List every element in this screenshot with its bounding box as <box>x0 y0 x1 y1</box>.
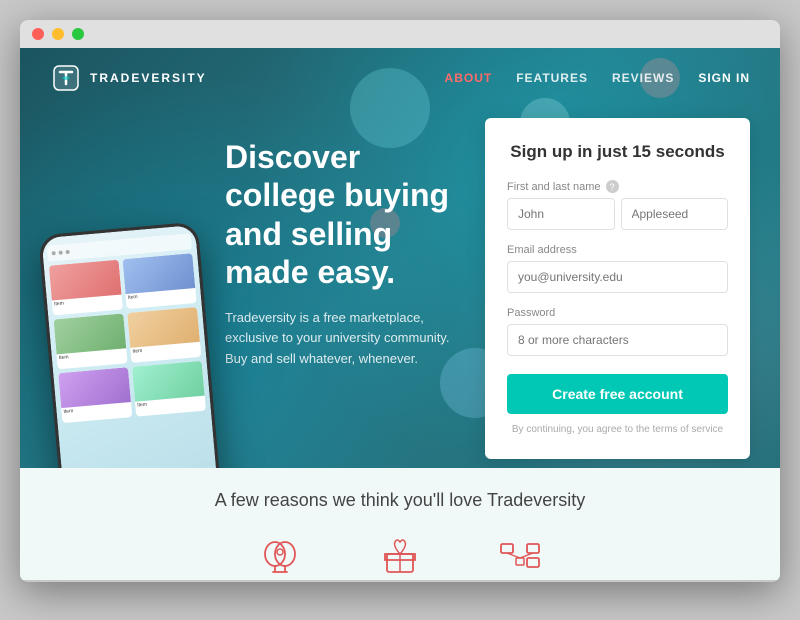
password-field-group: Password <box>507 307 728 356</box>
name-help-icon[interactable]: ? <box>606 180 619 193</box>
name-inputs <box>507 198 728 230</box>
browser-window: TRADEVERSITY ABOUT FEATURES REVIEWS SIGN… <box>20 20 780 582</box>
navigation: TRADEVERSITY ABOUT FEATURES REVIEWS SIGN… <box>20 48 780 108</box>
close-button[interactable] <box>32 28 44 40</box>
phone-screen: Item Item Item <box>41 225 218 468</box>
logo-icon <box>50 62 82 94</box>
hero-title: Discover college buying and selling made… <box>225 138 455 292</box>
signup-card: Sign up in just 15 seconds First and las… <box>485 118 750 459</box>
first-name-input[interactable] <box>507 198 615 230</box>
phone-card-6: Item <box>132 361 206 417</box>
phone-card-4: Item <box>127 307 201 363</box>
create-account-button[interactable]: Create free account <box>507 374 728 414</box>
hero-section: TRADEVERSITY ABOUT FEATURES REVIEWS SIGN… <box>20 48 780 468</box>
hero-subtitle: Tradeversity is a free marketplace, excl… <box>225 308 455 370</box>
password-input[interactable] <box>507 324 728 356</box>
hero-left: Item Item Item <box>50 118 455 370</box>
nav-signin[interactable]: SIGN IN <box>698 71 750 85</box>
nav-links: ABOUT FEATURES REVIEWS SIGN IN <box>445 71 750 85</box>
logo-text: TRADEVERSITY <box>90 71 207 85</box>
name-label: First and last name ? <box>507 180 728 193</box>
nav-reviews[interactable]: REVIEWS <box>612 71 674 85</box>
password-label: Password <box>507 307 728 319</box>
name-field-group: First and last name ? <box>507 180 728 230</box>
phone-card-5: Item <box>58 367 132 423</box>
email-input[interactable] <box>507 261 728 293</box>
network-svg <box>495 536 545 576</box>
password-label-text: Password <box>507 307 555 319</box>
signup-title: Sign up in just 15 seconds <box>507 142 728 162</box>
reason-3-icon <box>490 531 550 581</box>
brain-svg <box>255 536 305 576</box>
maximize-button[interactable] <box>72 28 84 40</box>
phone-card-3: Item <box>53 313 127 369</box>
gift-svg <box>375 536 425 576</box>
phone-row-1: Item Item <box>49 253 197 315</box>
nav-features[interactable]: FEATURES <box>516 71 588 85</box>
reasons-title: A few reasons we think you'll love Trade… <box>215 490 586 511</box>
last-name-input[interactable] <box>621 198 729 230</box>
phone-card-1: Item <box>49 260 123 316</box>
email-label-text: Email address <box>507 244 577 256</box>
phone-mockup: Item Item Item <box>50 228 210 468</box>
hero-content: Item Item Item <box>20 108 780 459</box>
reasons-icons <box>250 531 550 581</box>
email-label: Email address <box>507 244 728 256</box>
below-fold-section: A few reasons we think you'll love Trade… <box>20 468 780 580</box>
phone-row-2: Item Item <box>53 307 201 369</box>
reason-1-icon <box>250 531 310 581</box>
phone-body: Item Item Item <box>38 222 222 468</box>
phone-row-3: Item Item <box>58 361 206 423</box>
titlebar <box>20 20 780 48</box>
phone-card-2: Item <box>122 253 196 309</box>
minimize-button[interactable] <box>52 28 64 40</box>
terms-label: By continuing, you agree to the terms of… <box>512 424 723 435</box>
email-field-group: Email address <box>507 244 728 293</box>
nav-about[interactable]: ABOUT <box>445 71 493 85</box>
terms-text: By continuing, you agree to the terms of… <box>507 424 728 435</box>
reason-2-icon <box>370 531 430 581</box>
logo[interactable]: TRADEVERSITY <box>50 62 207 94</box>
name-label-text: First and last name <box>507 181 601 193</box>
